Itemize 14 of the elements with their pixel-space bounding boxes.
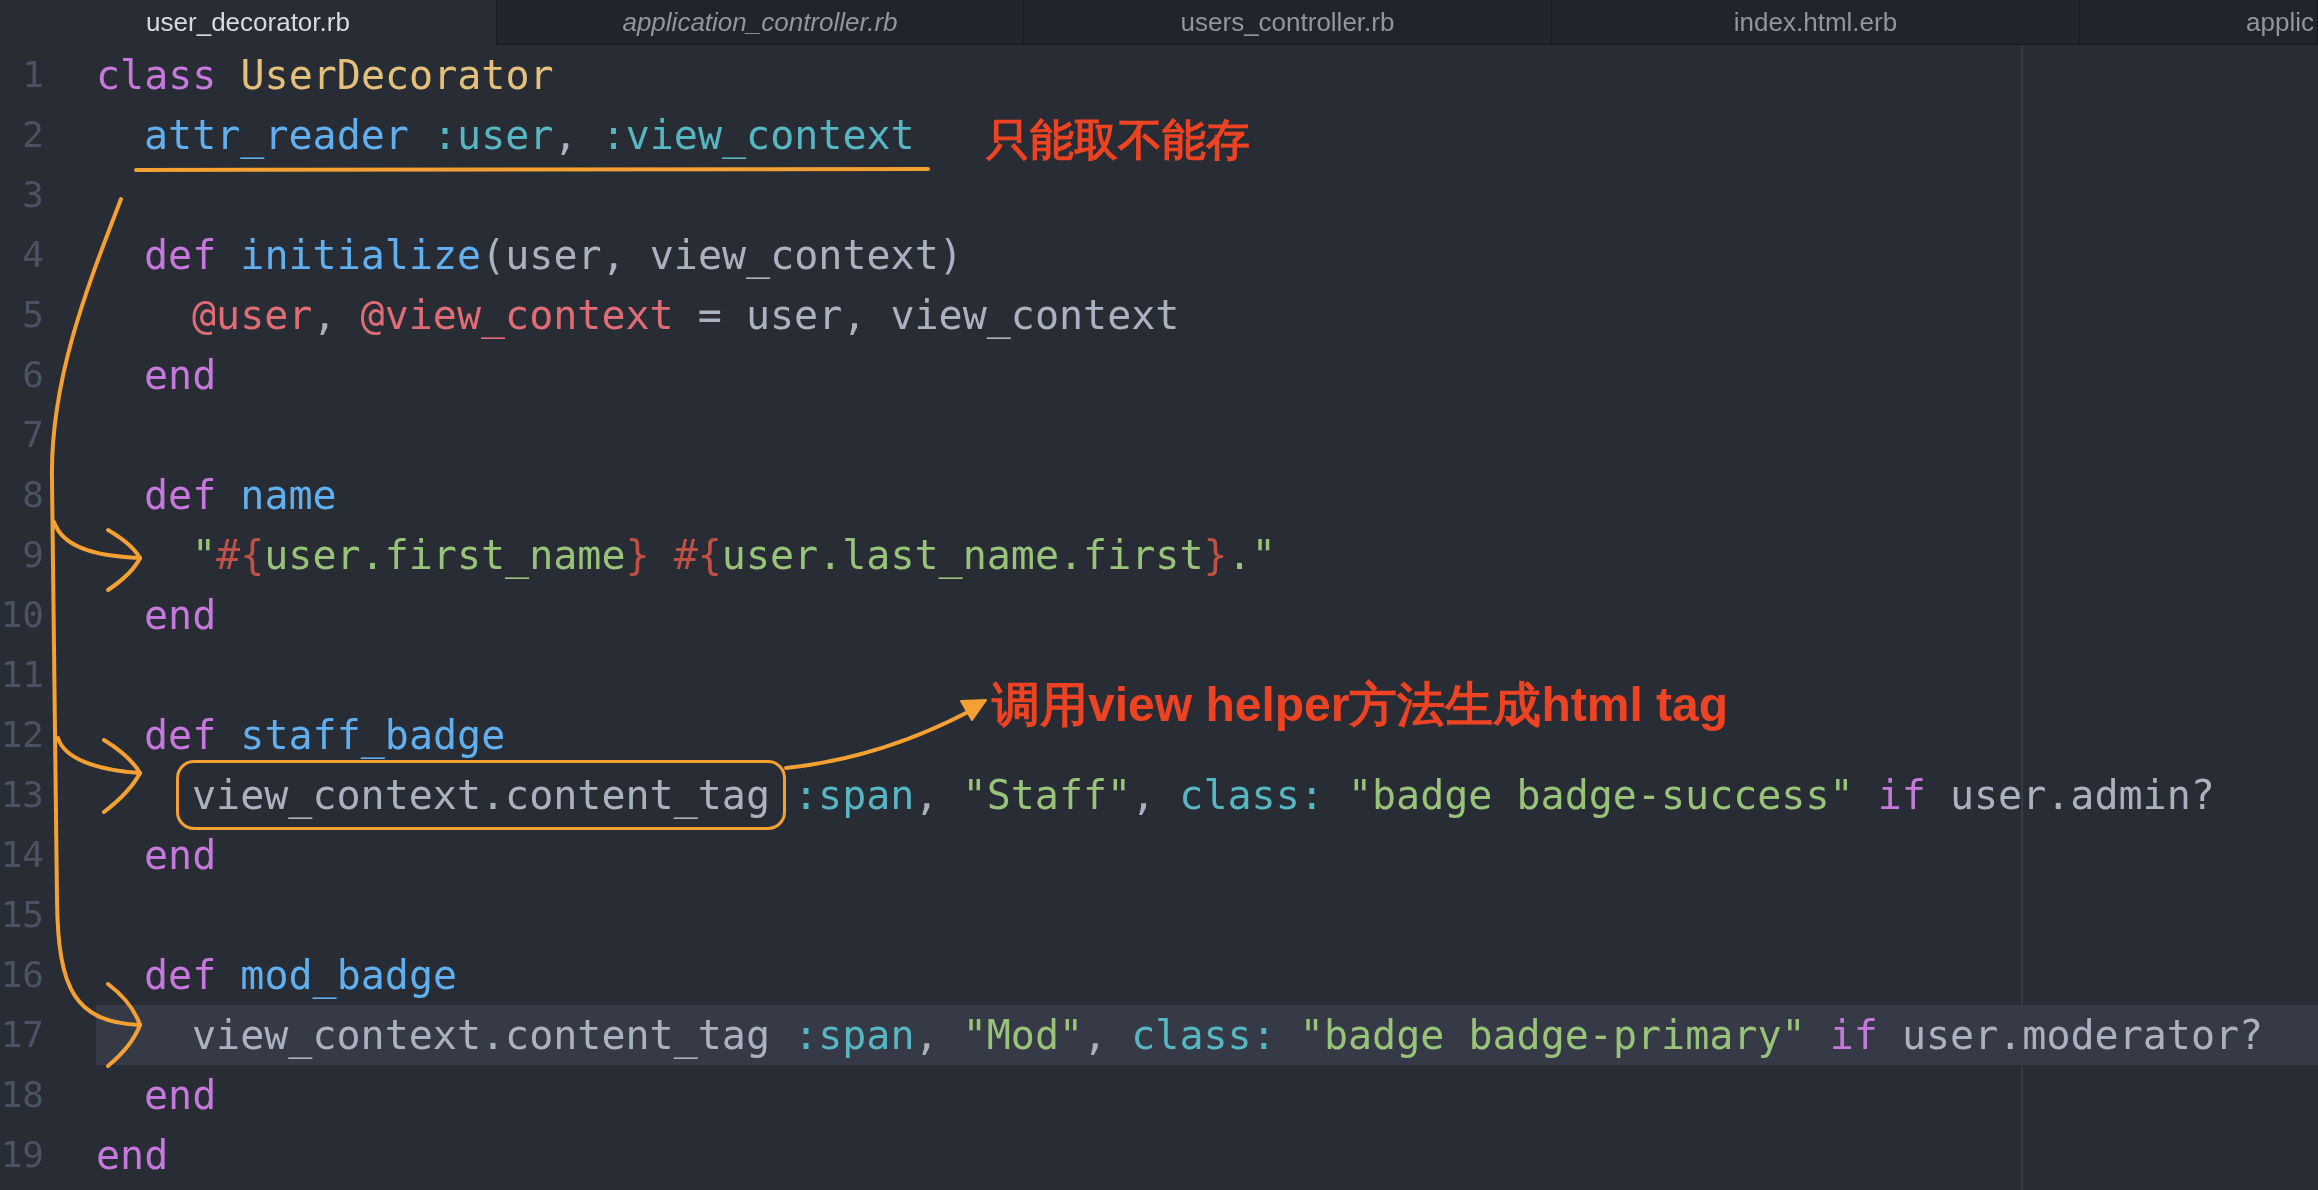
code-line: class UserDecorator	[96, 55, 554, 95]
editor-tab[interactable]: index.html.erb	[1552, 0, 2080, 45]
editor-tab[interactable]: application_controller.rb	[497, 0, 1024, 45]
code-line: def name	[144, 475, 337, 515]
code-line: end	[144, 355, 217, 395]
framed-code: view_context.content_tag	[176, 760, 786, 830]
editor-tab[interactable]: users_controller.rb	[1024, 0, 1552, 45]
code-line: end	[144, 1075, 217, 1115]
annotation-note: 只能取不能存	[986, 115, 1250, 165]
code-line: end	[144, 595, 217, 635]
code-line: end	[96, 1135, 169, 1175]
annotation-note: 调用view helper方法生成html tag	[992, 678, 1729, 732]
editor-tab[interactable]: applic	[2080, 0, 2318, 45]
code-line: end	[144, 835, 217, 875]
